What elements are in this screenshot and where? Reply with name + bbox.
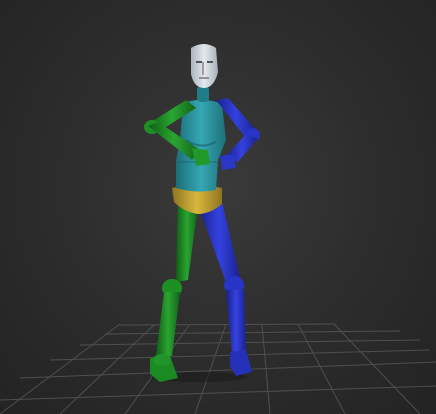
blue-leg bbox=[198, 202, 252, 376]
neck bbox=[197, 86, 209, 102]
green-leg bbox=[150, 198, 198, 382]
3d-viewport[interactable] bbox=[0, 0, 436, 414]
ground-grid bbox=[0, 323, 436, 414]
viewport-scene bbox=[0, 44, 436, 414]
head bbox=[191, 44, 218, 88]
